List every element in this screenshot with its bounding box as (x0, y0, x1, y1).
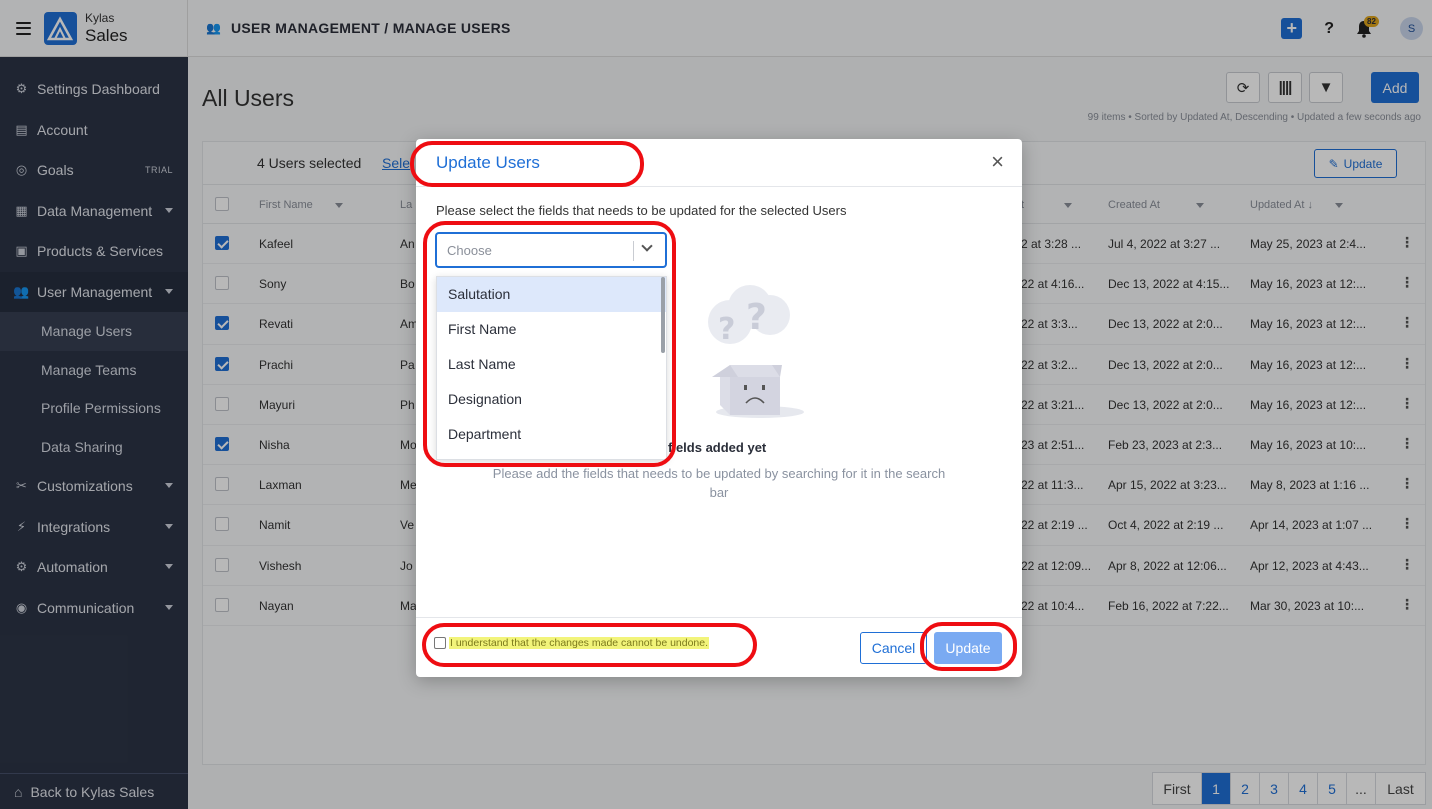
field-options-dropdown: Salutation First Name Last Name Designat… (436, 276, 667, 460)
cancel-button[interactable]: Cancel (860, 632, 927, 664)
field-select[interactable]: Choose (436, 233, 666, 267)
empty-state-subtitle: Please add the fields that needs to be u… (492, 466, 946, 500)
empty-box-illustration: ? ? (708, 285, 804, 418)
update-users-modal: Update Users × Please select the fields … (416, 139, 1022, 677)
option-last-name[interactable]: Last Name (437, 347, 666, 382)
svg-text:?: ? (746, 297, 767, 338)
update-button[interactable]: Update (934, 632, 1002, 664)
empty-state-title: fields added yet (668, 440, 767, 455)
modal-footer-divider (416, 617, 1022, 618)
modal-description: Please select the fields that needs to b… (436, 203, 847, 218)
option-designation[interactable]: Designation (437, 381, 666, 416)
acknowledge-checkbox[interactable] (434, 637, 446, 649)
acknowledge-row: I understand that the changes made canno… (434, 637, 710, 649)
modal-title: Update Users (436, 153, 540, 172)
svg-text:?: ? (718, 312, 735, 347)
select-divider (633, 241, 634, 261)
close-icon[interactable]: × (991, 151, 1004, 173)
option-first-name[interactable]: First Name (437, 312, 666, 347)
option-salutation[interactable]: Salutation (437, 277, 666, 312)
option-department[interactable]: Department (437, 416, 666, 451)
field-select-placeholder: Choose (447, 243, 492, 258)
modal-header-divider (416, 186, 1022, 187)
acknowledge-label[interactable]: I understand that the changes made canno… (449, 637, 710, 649)
chevron-down-icon[interactable] (641, 240, 653, 252)
dropdown-scrollbar[interactable] (661, 277, 665, 353)
